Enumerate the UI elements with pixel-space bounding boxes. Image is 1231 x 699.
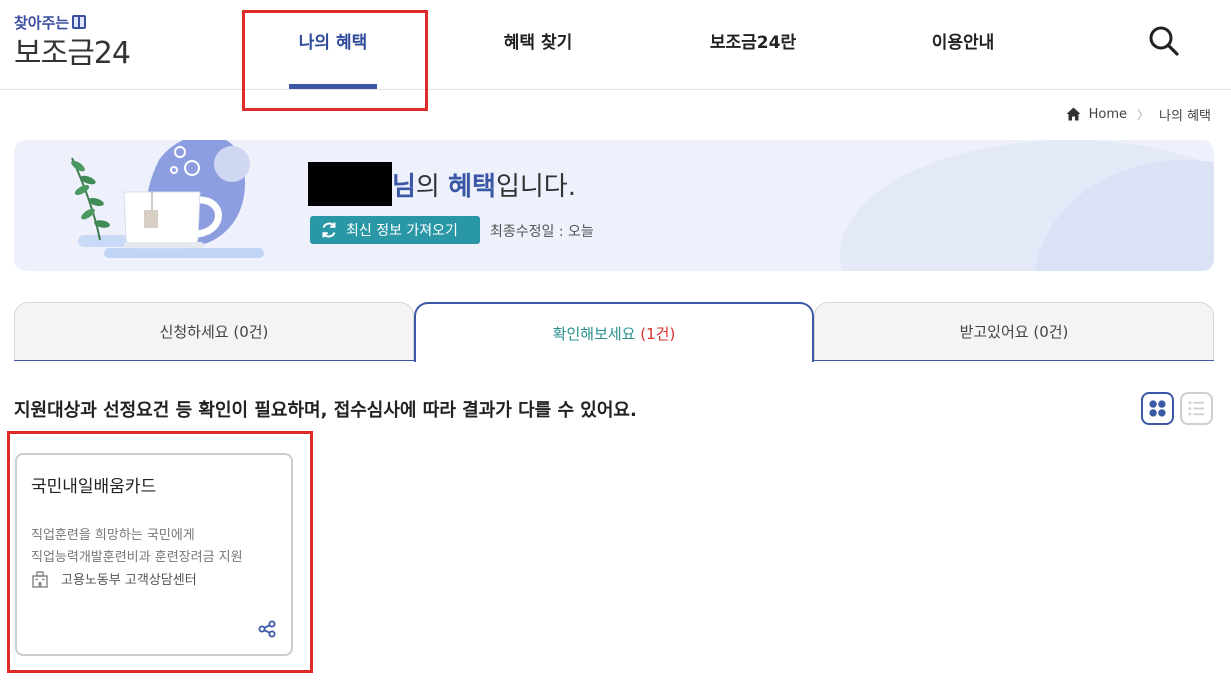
breadcrumb-home[interactable]: Home — [1089, 107, 1127, 122]
list-view-icon[interactable] — [1180, 392, 1213, 425]
hero-title: 님의 혜택입니다. — [392, 172, 576, 202]
nav-guide[interactable]: 이용안내 — [917, 28, 1009, 54]
site-header: 찾아주는 보조금24 나의 혜택 혜택 찾기 보조금24란 이용안내 — [0, 0, 1231, 90]
benefit-card[interactable]: 국민내일배움카드 직업훈련을 희망하는 국민에게 직업능력개발훈련비과 훈련장려… — [15, 453, 293, 656]
logo-wordmark: 보조금24 — [14, 36, 131, 71]
nav-find-benefits[interactable]: 혜택 찾기 — [488, 28, 588, 54]
last-updated: 최종수정일 : 오늘 — [490, 224, 594, 240]
tab-receiving[interactable]: 받고있어요 (0건) — [814, 302, 1214, 360]
breadcrumb-current: 나의 혜택 — [1159, 108, 1211, 124]
tab-description: 지원대상과 선정요건 등 확인이 필요하며, 접수심사에 따라 결과가 다를 수… — [14, 400, 637, 421]
share-icon[interactable] — [258, 620, 276, 638]
search-icon[interactable] — [1147, 24, 1181, 58]
building-icon — [32, 570, 48, 588]
refresh-label: 최신 정보 가져오기 — [346, 223, 458, 239]
gift-icon — [72, 15, 87, 29]
tab-apply[interactable]: 신청하세요 (0건) — [14, 302, 414, 360]
tab-check[interactable]: 확인해보세요 (1건) — [414, 302, 814, 362]
refresh-button[interactable]: 최신 정보 가져오기 — [310, 216, 480, 244]
nav-my-benefits[interactable]: 나의 혜택 — [289, 28, 377, 54]
redacted-user-name — [308, 162, 392, 206]
active-nav-indicator — [289, 84, 377, 89]
card-description: 직업훈련을 희망하는 국민에게 직업능력개발훈련비과 훈련장려금 지원 — [31, 528, 243, 565]
chevron-right-icon: 〉 — [1137, 107, 1150, 122]
breadcrumb: Home 〉 나의 혜택 — [1066, 105, 1211, 124]
card-title: 국민내일배움카드 — [31, 477, 157, 497]
nav-about[interactable]: 보조금24란 — [697, 28, 809, 54]
teacup-illustration — [71, 140, 264, 258]
grid-view-icon[interactable] — [1141, 392, 1174, 425]
hero-banner: 님의 혜택입니다. 최신 정보 가져오기 최종수정일 : 오늘 — [14, 140, 1214, 271]
card-organization: 고용노동부 고객상담센터 — [31, 569, 197, 588]
home-icon — [1066, 107, 1081, 121]
refresh-icon — [322, 222, 336, 238]
site-logo[interactable]: 찾아주는 보조금24 — [14, 12, 144, 71]
